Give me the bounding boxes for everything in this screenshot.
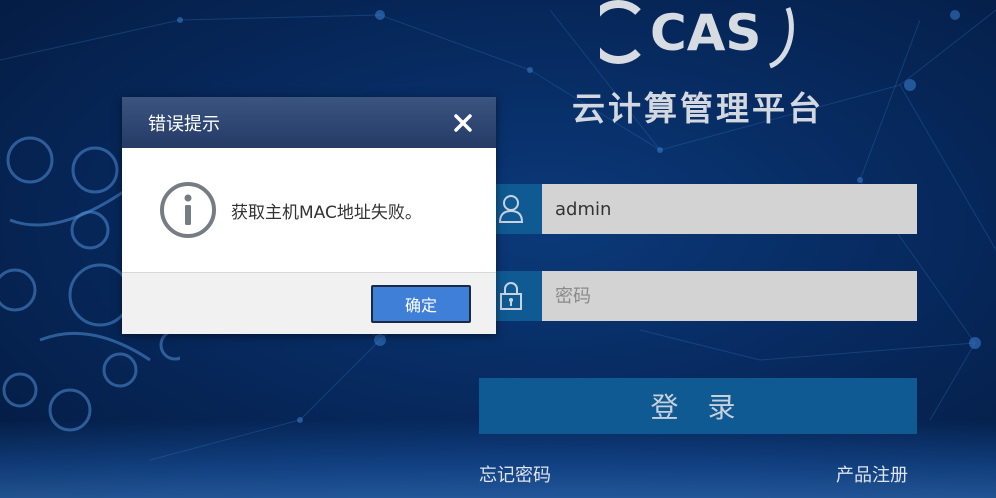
error-dialog: 错误提示 获取主机MAC地址失败。 确定 [122, 97, 496, 334]
dialog-header: 错误提示 [122, 97, 496, 148]
username-input[interactable] [542, 184, 917, 234]
info-icon [160, 182, 216, 238]
platform-title: 云计算管理平台 [572, 89, 824, 128]
close-icon[interactable] [452, 112, 474, 134]
dialog-title: 错误提示 [148, 113, 220, 135]
dialog-body: 获取主机MAC地址失败。 [122, 148, 496, 273]
dialog-message: 获取主机MAC地址失败。 [231, 202, 422, 223]
login-button[interactable]: 登 录 [479, 378, 917, 434]
confirm-button[interactable]: 确定 [371, 285, 471, 323]
product-register-link[interactable]: 产品注册 [836, 461, 908, 487]
forgot-password-link[interactable]: 忘记密码 [479, 461, 551, 487]
dialog-footer: 确定 [122, 273, 496, 334]
password-input[interactable] [542, 271, 917, 321]
username-field [479, 184, 917, 234]
password-field [479, 271, 917, 321]
svg-text:CAS: CAS [650, 4, 761, 62]
cas-logo: CAS [600, 0, 794, 69]
